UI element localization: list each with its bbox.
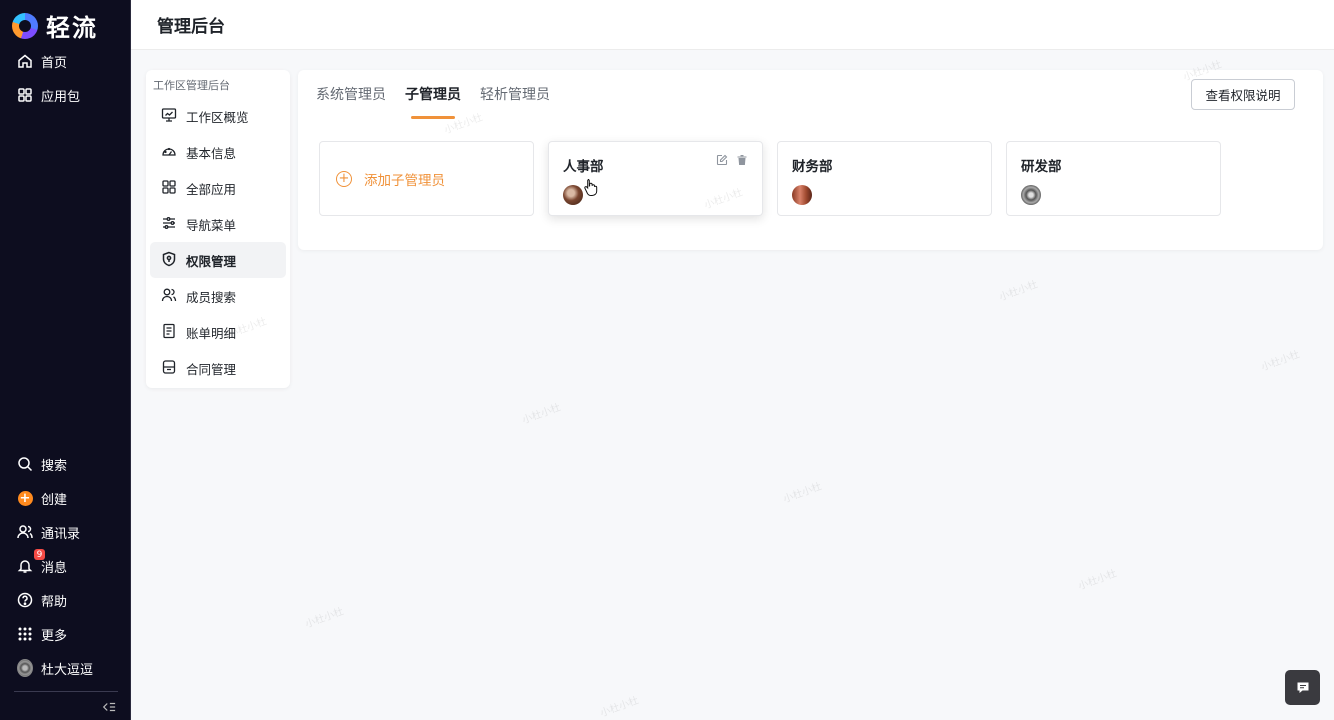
- bell-icon: [17, 558, 33, 574]
- sliders-icon: [161, 215, 177, 234]
- watermark: 小杜小杜: [521, 402, 563, 427]
- department-name: 人事部: [563, 159, 604, 175]
- add-sub-admin-card[interactable]: + 添加子管理员: [319, 141, 534, 216]
- sidebar-item-label: 搜索: [41, 458, 68, 474]
- sidebar-item-profile[interactable]: 杜大逗逗: [0, 651, 131, 685]
- sidebar-item-app-package[interactable]: 应用包: [0, 78, 131, 112]
- users-icon: [161, 287, 177, 306]
- grid-icon: [17, 87, 33, 103]
- sidebar-item-messages[interactable]: 9 消息: [0, 549, 131, 583]
- sidebar-item-more[interactable]: 更多: [0, 617, 131, 651]
- page-header: 管理后台: [131, 0, 1334, 50]
- watermark: 小杜小杜: [998, 279, 1040, 304]
- sidebar-item-search[interactable]: 搜索: [0, 447, 131, 481]
- sidebar-item-contacts[interactable]: 通讯录: [0, 515, 131, 549]
- sidebar-item-label: 帮助: [41, 594, 68, 610]
- menu-item-member-search[interactable]: 成员搜索: [150, 278, 286, 314]
- menu-item-permissions[interactable]: 权限管理: [150, 242, 286, 278]
- logo-icon: [12, 12, 38, 39]
- sidebar-item-create[interactable]: + 创建: [0, 481, 131, 515]
- menu-item-label: 导航菜单: [186, 217, 237, 233]
- sidebar-divider: [14, 691, 118, 692]
- menu-item-basic-info[interactable]: 基本信息: [150, 134, 286, 170]
- chat-button[interactable]: [1285, 670, 1320, 705]
- department-name: 研发部: [1021, 159, 1062, 175]
- app-sidebar: 轻流 首页 应用包 搜索 + 创建 通讯录 9 消息 帮助 更多 杜大逗逗: [0, 0, 131, 720]
- watermark: 小杜小杜: [1260, 349, 1302, 374]
- shield-icon: [161, 251, 177, 270]
- edit-icon[interactable]: [716, 154, 728, 166]
- admin-menu-heading: 工作区管理后台: [153, 79, 230, 92]
- department-name: 财务部: [792, 159, 833, 175]
- avatar: [792, 185, 812, 205]
- sidebar-item-help[interactable]: 帮助: [0, 583, 131, 617]
- chat-icon: [1297, 682, 1308, 693]
- sidebar-item-home[interactable]: 首页: [0, 44, 131, 78]
- watermark: 小杜小杜: [1077, 568, 1119, 593]
- sidebar-item-label: 首页: [41, 55, 68, 71]
- avatar: [563, 185, 583, 205]
- sidebar-item-label: 消息: [41, 560, 68, 576]
- message-count-badge: 9: [34, 549, 45, 560]
- add-circle-icon: +: [336, 170, 352, 187]
- watermark: 小杜小杜: [304, 606, 346, 631]
- home-icon: [17, 53, 33, 69]
- sidebar-item-label: 创建: [41, 492, 68, 508]
- tab-qingxi-admin[interactable]: 轻析管理员: [480, 84, 550, 106]
- help-icon: [17, 592, 33, 608]
- dashboard-icon: [161, 143, 177, 162]
- department-card[interactable]: 财务部: [777, 141, 992, 216]
- sidebar-top-nav: 首页 应用包: [0, 44, 131, 112]
- app-logo[interactable]: 轻流: [12, 8, 98, 43]
- menu-item-billing[interactable]: 账单明细: [150, 314, 286, 350]
- menu-item-label: 基本信息: [186, 145, 237, 161]
- add-sub-admin-label: 添加子管理员: [364, 172, 445, 189]
- menu-item-label: 全部应用: [186, 181, 237, 197]
- admin-menu: 工作区管理后台 工作区概览 基本信息 全部应用 导航菜单 权限管理 成员搜索 账…: [146, 70, 290, 388]
- sidebar-bottom-nav: 搜索 + 创建 通讯录 9 消息 帮助 更多 杜大逗逗: [0, 447, 131, 685]
- menu-item-label: 工作区概览: [186, 109, 249, 125]
- search-icon: [17, 456, 33, 472]
- tab-system-admin[interactable]: 系统管理员: [316, 84, 386, 106]
- menu-item-label: 成员搜索: [186, 289, 237, 305]
- monitor-icon: [161, 107, 177, 126]
- sidebar-item-label: 通讯录: [41, 526, 81, 542]
- watermark: 小杜小杜: [599, 695, 641, 720]
- view-permission-doc-button[interactable]: 查看权限说明: [1191, 79, 1295, 110]
- dots-grid-icon: [17, 626, 33, 642]
- card-actions: [716, 154, 748, 166]
- menu-item-all-apps[interactable]: 全部应用: [150, 170, 286, 206]
- department-card[interactable]: 研发部: [1006, 141, 1221, 216]
- delete-icon[interactable]: [736, 154, 748, 166]
- menu-item-label: 权限管理: [186, 253, 237, 269]
- contacts-icon: [17, 524, 33, 540]
- sidebar-item-label: 更多: [41, 628, 68, 644]
- menu-item-contracts[interactable]: 合同管理: [150, 350, 286, 386]
- user-name: 杜大逗逗: [41, 662, 94, 678]
- hand-cursor-icon: [583, 178, 599, 196]
- menu-item-label: 合同管理: [186, 361, 237, 377]
- menu-item-workspace-overview[interactable]: 工作区概览: [150, 98, 286, 134]
- bill-icon: [161, 323, 177, 342]
- watermark: 小杜小杜: [782, 481, 824, 506]
- menu-item-nav-menu[interactable]: 导航菜单: [150, 206, 286, 242]
- tab-sub-admin[interactable]: 子管理员: [405, 84, 461, 119]
- page-title: 管理后台: [157, 17, 225, 37]
- admin-type-tabs: 系统管理员 子管理员 轻析管理员: [316, 84, 569, 119]
- logo-text: 轻流: [46, 14, 98, 42]
- contract-icon: [161, 359, 177, 378]
- avatar: [17, 659, 33, 677]
- menu-item-label: 账单明细: [186, 325, 237, 341]
- sidebar-item-label: 应用包: [41, 89, 81, 105]
- apps-icon: [161, 179, 177, 198]
- plus-icon: +: [17, 490, 33, 506]
- avatar: [1021, 185, 1041, 205]
- sub-admin-panel: 系统管理员 子管理员 轻析管理员 查看权限说明 + 添加子管理员 人事部 财务部…: [298, 70, 1323, 250]
- collapse-sidebar-icon[interactable]: [100, 699, 118, 715]
- department-card[interactable]: 人事部: [548, 141, 763, 216]
